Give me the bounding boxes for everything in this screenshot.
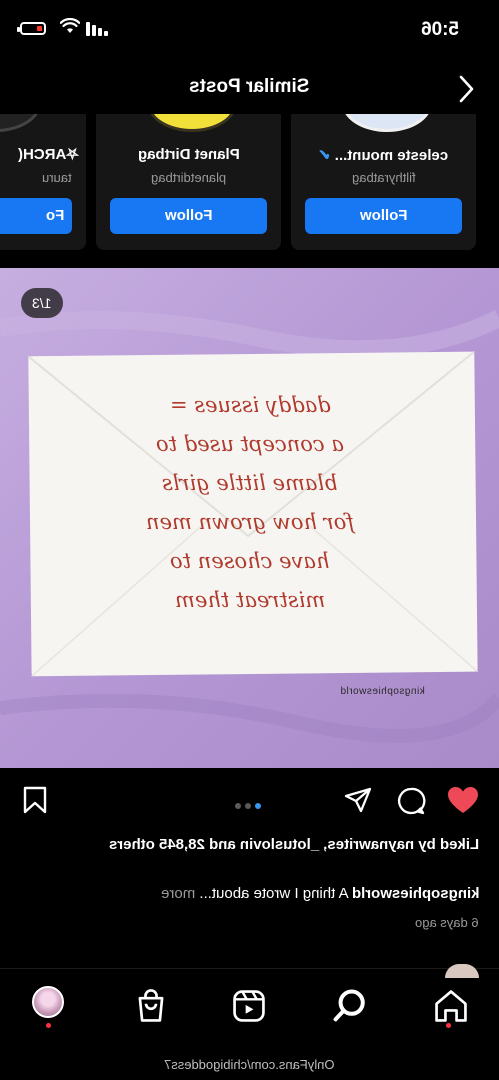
notification-dot xyxy=(446,1023,451,1028)
back-chevron-icon[interactable] xyxy=(451,72,481,106)
photo-credit: kingsophiesworld xyxy=(340,686,425,697)
nav-profile[interactable] xyxy=(32,986,72,1026)
watermark: OnlyFans.com/chibigoddess7 xyxy=(164,1057,335,1072)
status-time: 5:06 xyxy=(420,19,459,40)
note-line: have chosen to xyxy=(170,549,330,573)
note-line: daddy issues = xyxy=(169,393,331,417)
page-title: Similar Posts xyxy=(189,76,310,97)
follow-button[interactable]: Follow xyxy=(110,198,267,234)
share-icon[interactable] xyxy=(343,786,373,814)
caption-username[interactable]: kingsophiesworld xyxy=(351,885,479,902)
status-bar: 5:06 xyxy=(0,0,499,62)
suggested-card-name[interactable]: ⛧ARCH( xyxy=(0,146,86,163)
carousel-dots xyxy=(233,796,263,814)
notification-dot xyxy=(46,1023,51,1028)
post-photo[interactable]: daddy issues = a concept used to blame l… xyxy=(0,268,499,768)
follow-button[interactable]: Fo xyxy=(0,198,72,234)
like-heart-icon[interactable] xyxy=(447,786,479,814)
avatar[interactable] xyxy=(0,114,41,132)
post-actions xyxy=(0,768,499,834)
avatar[interactable] xyxy=(341,114,432,132)
cellular-signal-icon xyxy=(86,22,108,36)
likes-summary[interactable]: Liked by naynawrites, _lotuslovin and 28… xyxy=(19,834,479,856)
search-icon[interactable] xyxy=(330,986,370,1026)
follow-button[interactable]: Follow xyxy=(305,198,462,234)
suggested-card-name[interactable]: Planet Dirtbag xyxy=(96,146,281,163)
wifi-icon xyxy=(60,18,80,33)
image-counter: 1/3 xyxy=(21,288,63,318)
handwritten-note: daddy issues = a concept used to blame l… xyxy=(80,386,420,620)
post-caption[interactable]: kingsophiesworld A thing I wrote about..… xyxy=(9,885,479,902)
post-date: 6 days ago xyxy=(415,915,479,930)
note-line: for how grown men xyxy=(145,510,355,534)
suggested-card-handle: planetdirtbag xyxy=(150,170,227,185)
profile-avatar[interactable] xyxy=(32,986,64,1018)
avatar[interactable] xyxy=(146,114,237,132)
suggested-card[interactable]: Planet Dirtbag planetdirtbag Follow xyxy=(96,114,281,250)
caption-more-link[interactable]: more xyxy=(161,885,195,902)
header: Similar Posts xyxy=(0,64,499,114)
battery-icon xyxy=(17,22,46,35)
divider xyxy=(0,968,499,969)
carousel-dot xyxy=(245,803,251,809)
note-line: mistreat them xyxy=(174,588,326,612)
reels-icon[interactable] xyxy=(229,986,269,1026)
carousel-dot xyxy=(235,803,241,809)
verified-badge-icon: ✔ xyxy=(318,147,332,164)
caption-text: A thing I wrote about... xyxy=(194,885,352,902)
carousel-dot-active xyxy=(255,803,261,809)
note-line: a concept used to xyxy=(156,432,344,456)
home-icon[interactable] xyxy=(431,986,471,1026)
suggested-accounts: celeste mount... ✔ filthyratbag Follow P… xyxy=(0,114,499,254)
shop-bag-icon[interactable] xyxy=(131,986,171,1026)
suggested-card-handle: tauru xyxy=(42,170,72,185)
suggested-card-name[interactable]: celeste mount... ✔ xyxy=(291,146,476,164)
bookmark-icon[interactable] xyxy=(22,786,48,814)
comment-icon[interactable] xyxy=(396,786,426,816)
note-line: blame little girls xyxy=(162,471,338,495)
suggested-card-handle: filthyratbag xyxy=(351,170,416,185)
suggested-card[interactable]: ⛧ARCH( tauru Fo xyxy=(0,114,86,250)
suggested-card[interactable]: celeste mount... ✔ filthyratbag Follow xyxy=(291,114,476,250)
